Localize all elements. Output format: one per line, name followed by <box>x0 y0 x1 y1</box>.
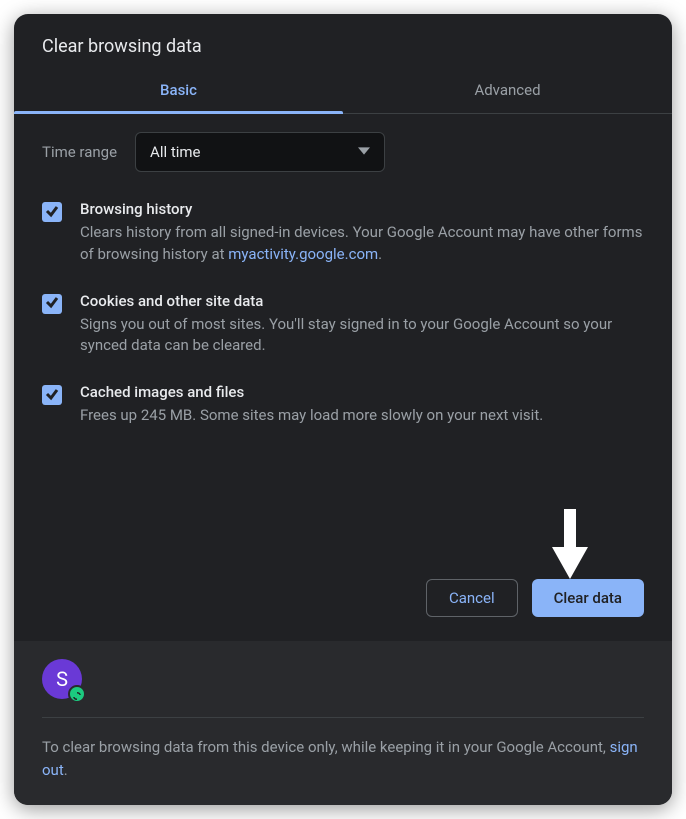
option-desc: Clears history from all signed-in device… <box>80 222 644 266</box>
dialog-content: Time range All time Browsing history Cle… <box>14 114 672 453</box>
check-icon <box>45 386 59 405</box>
option-desc: Frees up 245 MB. Some sites may load mor… <box>80 405 644 427</box>
chevron-down-icon <box>358 143 370 161</box>
option-cache: Cached images and files Frees up 245 MB.… <box>42 383 644 427</box>
account-row: S <box>42 659 644 718</box>
option-browsing-history: Browsing history Clears history from all… <box>42 200 644 266</box>
check-icon <box>45 203 59 222</box>
option-desc: Signs you out of most sites. You'll stay… <box>80 314 644 358</box>
clear-data-button[interactable]: Clear data <box>532 579 644 617</box>
option-cookies: Cookies and other site data Signs you ou… <box>42 292 644 358</box>
sync-badge <box>68 685 86 703</box>
time-range-row: Time range All time <box>42 132 644 172</box>
myactivity-link[interactable]: myactivity.google.com <box>228 245 378 263</box>
option-title: Browsing history <box>80 200 644 218</box>
dialog-title: Clear browsing data <box>14 14 672 67</box>
footer-text: To clear browsing data from this device … <box>42 736 644 781</box>
cancel-button[interactable]: Cancel <box>426 579 518 617</box>
sync-icon <box>72 682 82 706</box>
checkbox-browsing-history[interactable] <box>42 202 62 222</box>
tabs: Basic Advanced <box>14 67 672 114</box>
time-range-value: All time <box>150 143 200 161</box>
tab-basic[interactable]: Basic <box>14 67 343 113</box>
avatar-letter: S <box>56 667 68 691</box>
clear-browsing-data-dialog: Clear browsing data Basic Advanced Time … <box>14 14 672 805</box>
time-range-select[interactable]: All time <box>135 132 385 172</box>
option-title: Cached images and files <box>80 383 644 401</box>
check-icon <box>45 294 59 313</box>
button-row: Cancel Clear data <box>14 579 672 641</box>
option-title: Cookies and other site data <box>80 292 644 310</box>
checkbox-cookies[interactable] <box>42 294 62 314</box>
arrow-down-icon <box>548 509 592 583</box>
time-range-label: Time range <box>42 143 117 161</box>
checkbox-cache[interactable] <box>42 385 62 405</box>
dialog-footer: S To clear browsing data from this devic… <box>14 641 672 805</box>
avatar[interactable]: S <box>42 659 82 699</box>
tab-advanced[interactable]: Advanced <box>343 67 672 113</box>
